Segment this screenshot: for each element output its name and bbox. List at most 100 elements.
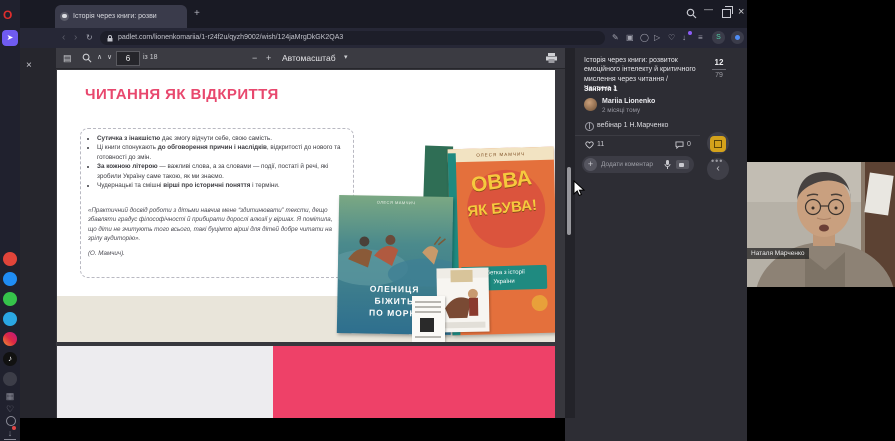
- pdf-zoom-caret-icon: ▾: [344, 48, 348, 68]
- telegram-icon[interactable]: [3, 312, 17, 326]
- snapshot-icon[interactable]: ▣: [626, 28, 634, 48]
- mouse-cursor: [573, 180, 585, 197]
- slide-bullet: За кожною літерою — важливі слова, а за …: [97, 162, 344, 181]
- webcam-area: Наталя Марченко: [747, 0, 895, 441]
- comment-placeholder: Додати коментар: [601, 156, 653, 173]
- tab-favicon-icon: [60, 12, 69, 21]
- opera-logo-icon[interactable]: O: [3, 8, 17, 22]
- author-avatar[interactable]: [584, 98, 597, 111]
- opera-sidebar: O ➤ ♪ ▦ ♡ ↓ …: [0, 0, 20, 441]
- slide-page-7-right: [273, 346, 555, 418]
- slideshow-grid-button[interactable]: [710, 136, 726, 152]
- speed-dial-icon[interactable]: ▦: [4, 390, 16, 402]
- favorite-heart-icon[interactable]: ♡: [668, 28, 675, 48]
- pdf-search-icon[interactable]: [82, 53, 92, 63]
- slide-attribution: (О. Мамчич).: [88, 250, 125, 257]
- url-field[interactable]: padlet.com/lionenkomariia/1-r24f2u/qyzh9…: [100, 31, 605, 45]
- extension-icon-2[interactable]: [731, 31, 744, 44]
- comment-input[interactable]: + Додати коментар: [582, 156, 694, 173]
- webcam-scene: [747, 162, 895, 287]
- pdf-prev-page-icon[interactable]: ∧: [97, 48, 102, 68]
- whatsapp-icon[interactable]: [3, 292, 17, 306]
- forward-icon[interactable]: ›: [74, 28, 77, 48]
- pinned-app-icon[interactable]: ➤: [2, 30, 18, 46]
- search-icon[interactable]: [686, 8, 697, 19]
- tab-title: Історія через книги: розви: [73, 5, 157, 28]
- tiktok-icon[interactable]: ♪: [3, 352, 17, 366]
- minimize-button[interactable]: —: [704, 4, 713, 14]
- sidebar-more-icon[interactable]: …: [4, 434, 16, 441]
- attachment-link[interactable]: вебінар 1 Н.Марченко: [597, 122, 668, 129]
- slide-quote: «Практичний досвід роботи з дітьми навчи…: [88, 206, 340, 243]
- reload-icon[interactable]: ↻: [86, 28, 93, 48]
- bookmarks-heart-icon[interactable]: ♡: [4, 403, 16, 415]
- viewer-bottom-black: [20, 418, 565, 441]
- tab-bar: Історія через книги: розви + — ×: [20, 0, 747, 28]
- info-card: [412, 296, 445, 342]
- like-count: 11: [597, 141, 604, 148]
- downloads-badge: [12, 426, 16, 430]
- browser-tab[interactable]: Історія через книги: розви: [55, 5, 187, 28]
- slide-bullet: Чудернацькі та смішні вірші про історичн…: [97, 181, 344, 190]
- close-button[interactable]: ×: [738, 6, 744, 18]
- book2-author: ОЛЕСЯ МАМЧИЧ: [339, 199, 453, 206]
- edit-page-icon[interactable]: ✎: [612, 28, 619, 48]
- comment-count: 0: [687, 141, 691, 148]
- close-slideshow-button[interactable]: ×: [26, 60, 32, 71]
- instagram-icon[interactable]: [3, 332, 17, 346]
- slide-counter: 12 79: [711, 58, 727, 79]
- like-heart-icon[interactable]: [585, 141, 594, 149]
- padlet-left-rail: ×: [20, 48, 56, 418]
- slide-counter-total: 79: [711, 72, 727, 79]
- tune-icon[interactable]: ≡: [698, 28, 703, 48]
- pdf-page-count: із 18: [143, 48, 158, 68]
- url-text: padlet.com/lionenkomariia/1-r24f2u/qyzh9…: [118, 31, 343, 45]
- post-time: 2 місяці тому: [602, 107, 640, 114]
- video-comment-icon[interactable]: [676, 160, 689, 169]
- slide-bullet: Ці книги спонукають до обговорення причи…: [97, 143, 344, 162]
- restore-button[interactable]: [722, 9, 731, 18]
- pdf-sidebar-toggle-icon[interactable]: ▤: [63, 48, 72, 68]
- slide-page-6: ЧИТАННЯ ЯК ВІДКРИТТЯ Сутичка з інакшістю…: [57, 70, 555, 342]
- pdf-next-page-icon[interactable]: ∨: [107, 48, 112, 68]
- comment-bubble-icon[interactable]: [675, 141, 684, 149]
- messenger-icon[interactable]: [3, 272, 17, 286]
- qr-code: [420, 318, 434, 332]
- extension-icon-1[interactable]: S: [712, 31, 725, 44]
- pdf-page-input[interactable]: 6: [116, 51, 140, 66]
- new-tab-button[interactable]: +: [194, 8, 200, 19]
- slideshow-grid-glyph: [714, 140, 722, 148]
- post-session: Заняття 1: [584, 86, 617, 93]
- social-app-icon-2[interactable]: [3, 372, 17, 386]
- screen: O ➤ ♪ ▦ ♡ ↓ … Історія через книги: розви…: [0, 0, 895, 441]
- slide-page-7-left: [57, 346, 273, 418]
- author-name[interactable]: Mariia Lionenko: [602, 98, 655, 105]
- pdf-toolbar: ▤ ∧ ∨ 6 із 18 − + Автомасштаб ▾ »: [56, 48, 565, 69]
- webcam-video: Наталя Марченко: [747, 162, 895, 287]
- attachment-globe-icon: [585, 122, 594, 131]
- pdf-zoom-select[interactable]: Автомасштаб: [282, 48, 336, 68]
- padlet-page: × ▤ ∧ ∨ 6 із 18 − + Автомасштаб ▾ » ЧИТА…: [20, 48, 747, 441]
- send-to-device-icon[interactable]: ▷: [654, 28, 660, 48]
- cover-figure: [531, 295, 547, 311]
- pdf-zoom-in-icon[interactable]: +: [266, 48, 271, 68]
- pdf-zoom-out-icon[interactable]: −: [252, 48, 257, 68]
- slide-bullets: Сутичка з інакшістю дає змогу відчути се…: [88, 134, 344, 191]
- book-author-band: ОЛЕСЯ МАМЧИЧ: [448, 147, 554, 163]
- pdf-print-icon[interactable]: [546, 53, 557, 63]
- slide-counter-divider: [712, 69, 726, 70]
- slide-title: ЧИТАННЯ ЯК ВІДКРИТТЯ: [85, 86, 279, 103]
- add-attachment-icon[interactable]: +: [584, 158, 597, 171]
- address-bar-row: ‹ › ↻ padlet.com/lionenkomariia/1-r24f2u…: [20, 28, 747, 48]
- shield-icon[interactable]: ◯: [640, 28, 649, 48]
- download-tray-icon[interactable]: ↓: [682, 28, 686, 48]
- divider: [575, 135, 700, 136]
- webcam-name-tag: Наталя Марченко: [747, 248, 809, 259]
- mic-icon[interactable]: [664, 160, 671, 169]
- back-icon[interactable]: ‹: [62, 28, 65, 48]
- history-icon[interactable]: [6, 416, 16, 426]
- social-app-icon-1[interactable]: [3, 252, 17, 266]
- more-options-button[interactable]: •••: [711, 156, 723, 166]
- pdf-scrollbar-thumb[interactable]: [567, 167, 571, 235]
- slide-counter-current: 12: [711, 58, 727, 67]
